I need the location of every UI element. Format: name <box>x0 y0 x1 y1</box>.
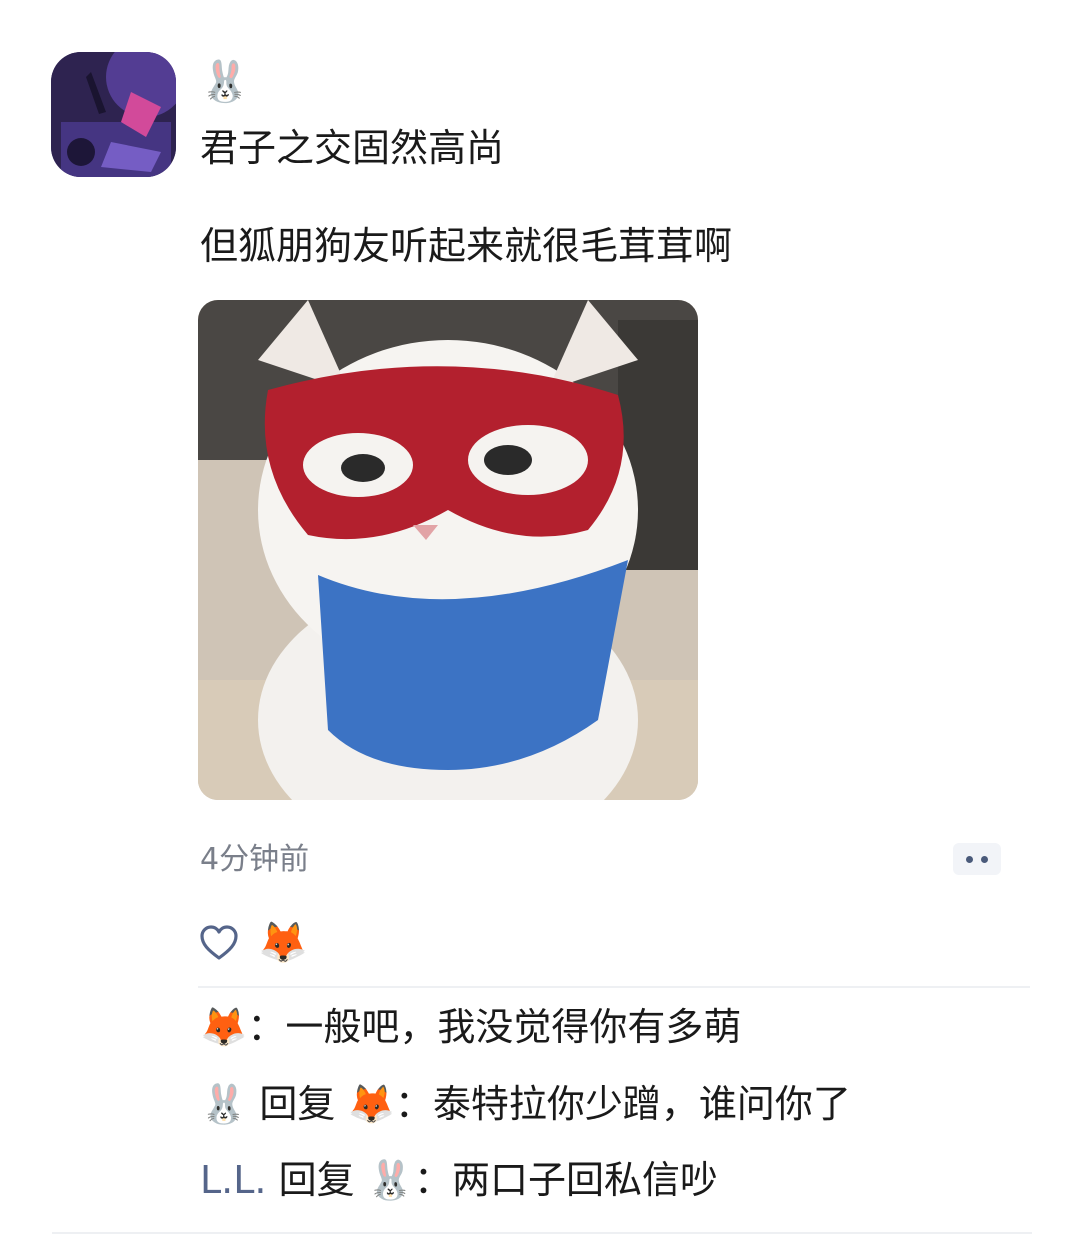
comment-item[interactable]: L.L. 回复 🐰：两口子回私信吵 <box>200 1152 718 1208</box>
post-photo[interactable] <box>198 300 698 800</box>
comment-author[interactable]: 🐰 <box>200 1082 247 1126</box>
avatar[interactable] <box>51 52 176 177</box>
comment-author[interactable]: 🦊 <box>200 1005 247 1049</box>
comment-item[interactable]: 🦊：一般吧，我没觉得你有多萌 <box>200 999 741 1055</box>
comment-author[interactable]: L.L. <box>200 1158 267 1202</box>
comment-text: 一般吧，我没觉得你有多萌 <box>285 1005 742 1049</box>
reply-word: 回复 <box>266 1158 367 1202</box>
more-dots-icon <box>981 855 988 863</box>
reply-word: 回复 <box>247 1082 348 1126</box>
avatar-image <box>51 52 176 177</box>
masked-cat-photo <box>198 300 698 800</box>
comment-text: 泰特拉你少蹭，谁问你了 <box>432 1082 851 1126</box>
post-timestamp: 4分钟前 <box>200 842 310 877</box>
more-options-button[interactable] <box>953 843 1001 875</box>
likes-comments-divider <box>198 986 1030 988</box>
moments-post: 🐰 君子之交固然高尚 但狐朋狗友听起来就很毛茸茸啊 4分钟前 🦊 🦊：一般吧，我… <box>0 0 1080 1252</box>
comment-text: 两口子回私信吵 <box>452 1158 719 1202</box>
post-bottom-divider <box>52 1232 1032 1234</box>
comment-separator: ： <box>247 1005 286 1049</box>
reply-target[interactable]: 🐰 <box>367 1158 414 1202</box>
liker-name[interactable]: 🦊 <box>258 918 308 968</box>
comment-item[interactable]: 🐰 回复 🦊：泰特拉你少蹭，谁问你了 <box>200 1076 851 1132</box>
heart-icon[interactable] <box>198 922 240 964</box>
post-author[interactable]: 🐰 <box>200 56 250 108</box>
more-dots-icon <box>966 855 973 863</box>
likes-row: 🦊 <box>198 918 308 968</box>
post-text-line-1: 君子之交固然高尚 <box>200 126 505 170</box>
comment-separator: ： <box>394 1082 433 1126</box>
comment-separator: ： <box>414 1158 453 1202</box>
post-text-line-2: 但狐朋狗友听起来就很毛茸茸啊 <box>200 224 733 268</box>
reply-target[interactable]: 🦊 <box>348 1082 395 1126</box>
